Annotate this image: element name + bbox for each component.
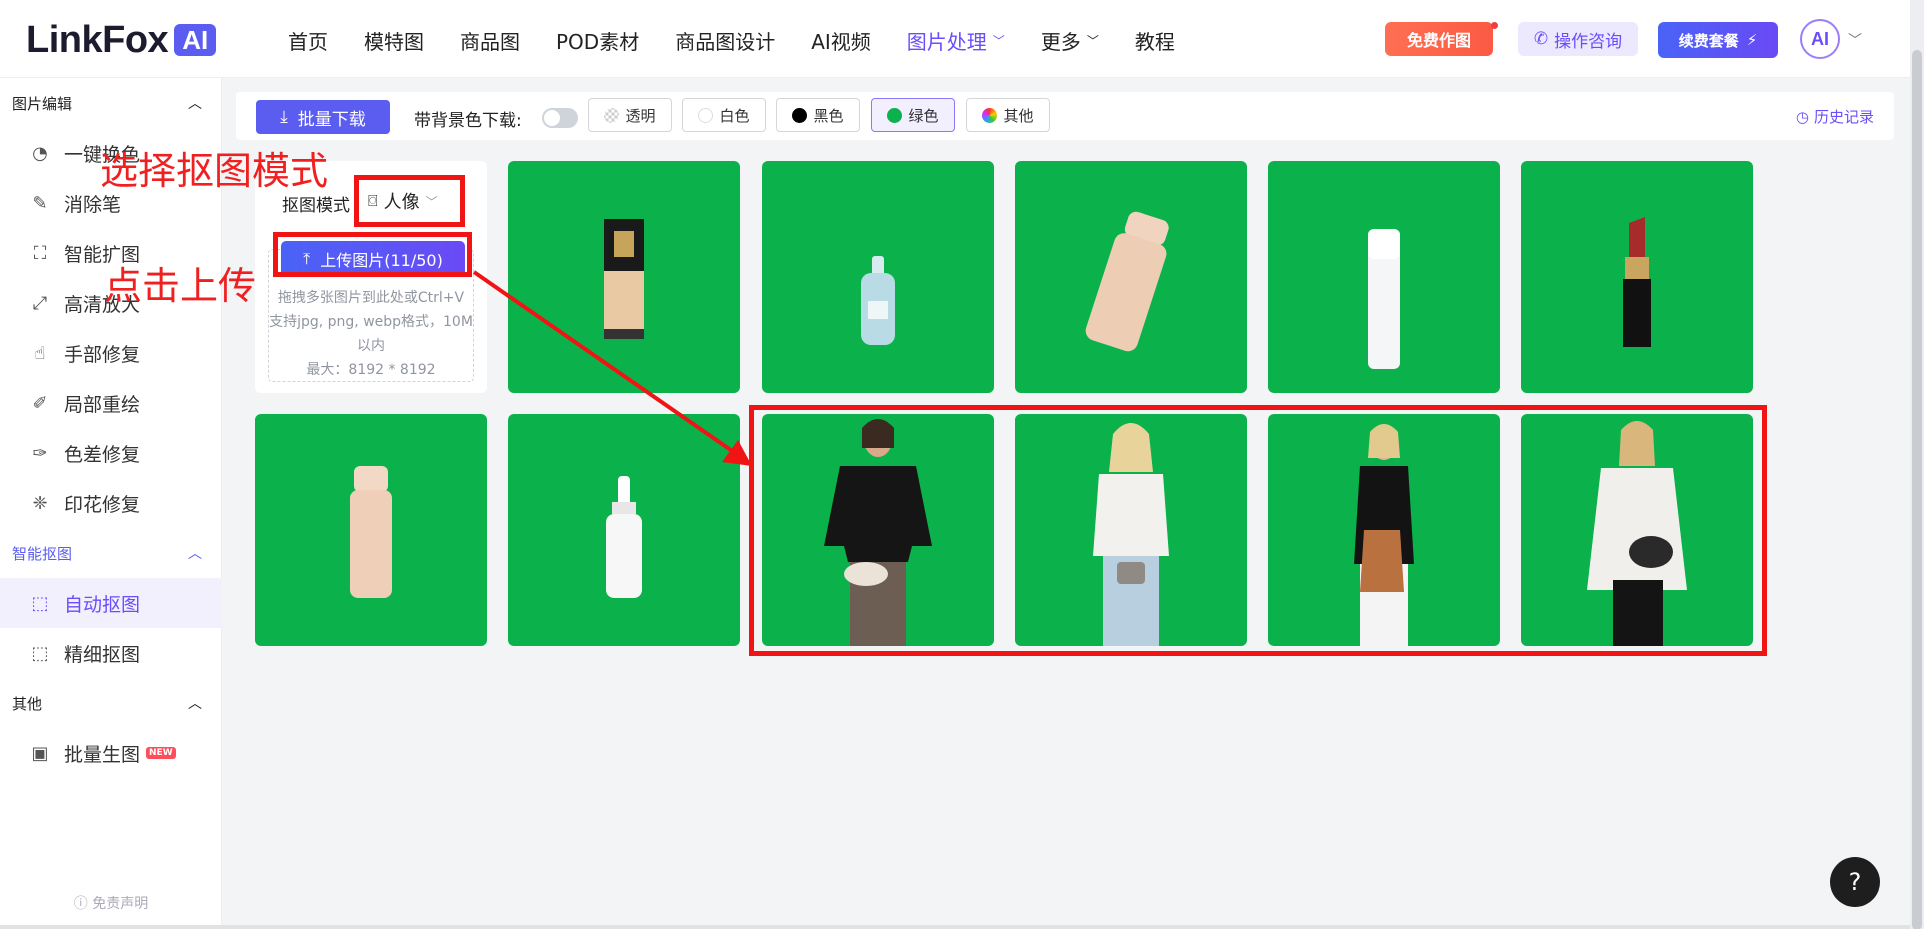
scrollbar-thumb[interactable] — [1912, 50, 1922, 929]
annotation-arrow — [472, 270, 752, 466]
bottom-edge — [0, 925, 1910, 929]
help-button[interactable]: ? — [1830, 857, 1880, 907]
